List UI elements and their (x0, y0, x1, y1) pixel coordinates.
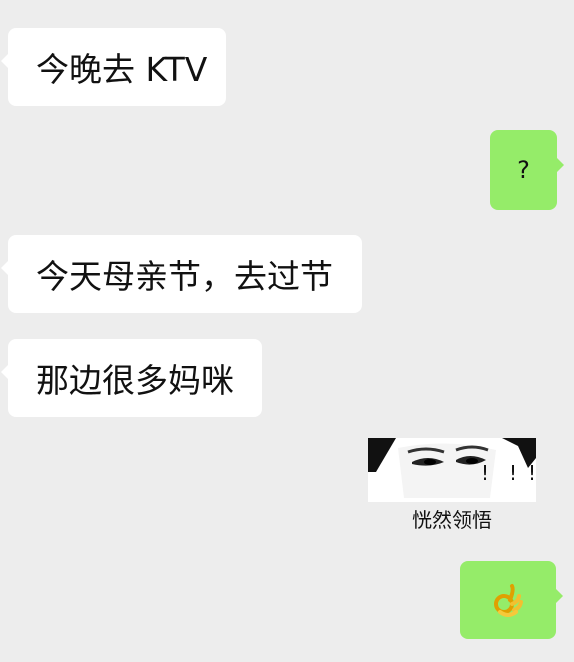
chat-area: 今晚去 KTV ? 今天母亲节，去过节 那边很多妈咪 ! ! ! 恍然领悟 (0, 0, 574, 662)
incoming-message-bubble[interactable]: 那边很多妈咪 (1, 339, 262, 417)
svg-text:!: ! (481, 461, 489, 485)
message-text: 今天母亲节，去过节 (36, 257, 333, 296)
message-text: ? (517, 156, 530, 184)
ok-hand-icon (494, 584, 523, 617)
message-text: 今晚去 KTV (36, 50, 208, 89)
incoming-message-bubble[interactable]: 今天母亲节，去过节 (1, 235, 362, 313)
message-text: 那边很多妈咪 (36, 361, 234, 400)
sticker-caption: 恍然领悟 (412, 508, 492, 532)
sticker-image: ! ! ! (368, 438, 536, 502)
outgoing-message-bubble[interactable]: ? (490, 130, 564, 210)
shocked-face-sticker[interactable]: ! ! ! 恍然领悟 (368, 438, 536, 538)
incoming-message-bubble[interactable]: 今晚去 KTV (1, 28, 226, 106)
svg-text:!: ! (509, 461, 517, 485)
outgoing-message-bubble[interactable] (460, 561, 563, 639)
svg-text:!: ! (528, 461, 536, 485)
